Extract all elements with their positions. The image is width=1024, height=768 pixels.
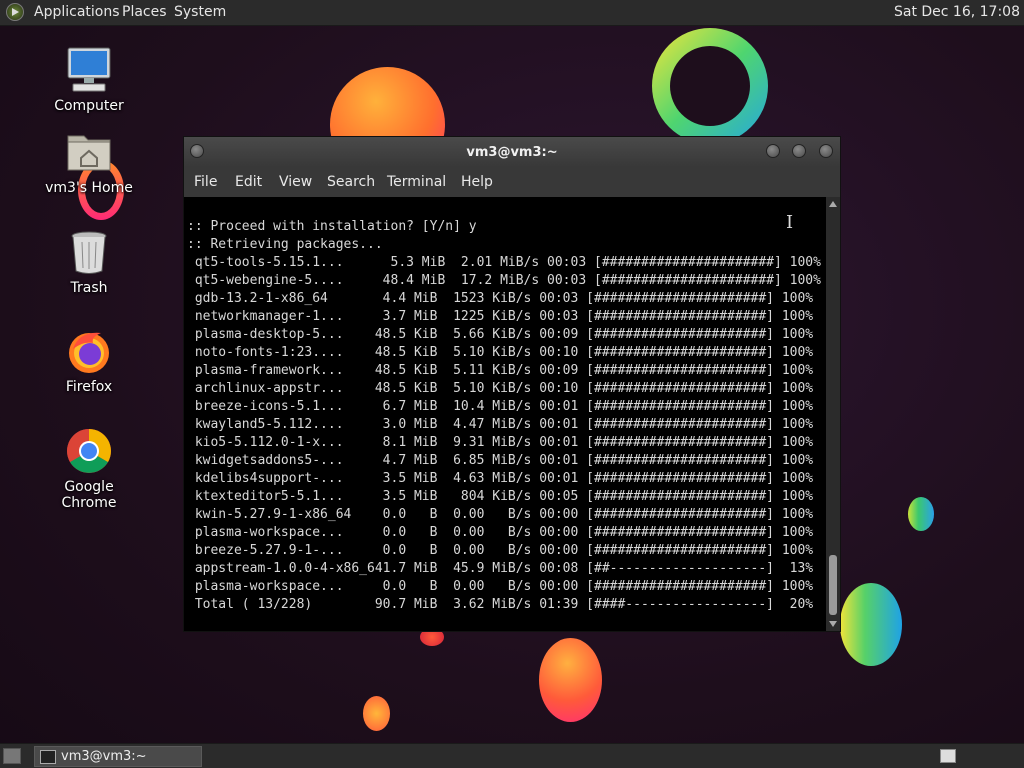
system-menu[interactable]: System: [174, 4, 226, 20]
desktop-icon-home[interactable]: vm3's Home: [39, 128, 139, 196]
scrollbar-thumb[interactable]: [829, 555, 837, 615]
scroll-up-icon[interactable]: [829, 201, 837, 207]
wallpaper-small-blue: [908, 497, 934, 531]
home-folder-icon: [65, 128, 113, 176]
menu-terminal[interactable]: Terminal: [387, 174, 446, 190]
wallpaper-pink-ellipse: [539, 638, 602, 722]
desktop-icon-label: vm3's Home: [45, 180, 133, 196]
menu-help[interactable]: Help: [461, 174, 493, 190]
distro-logo-icon[interactable]: [6, 3, 24, 21]
places-menu[interactable]: Places: [122, 4, 167, 20]
terminal-output-area[interactable]: :: Proceed with installation? [Y/n] y ::…: [184, 197, 826, 631]
desktop-icon-label: Google Chrome: [61, 479, 117, 511]
desktop-icon-label: Trash: [70, 280, 108, 296]
top-panel: Applications Places System Sat Dec 16, 1…: [0, 0, 1024, 26]
desktop-icon-chrome[interactable]: Google Chrome: [39, 427, 139, 511]
wallpaper-small-orange: [363, 696, 390, 731]
computer-icon: [65, 46, 113, 94]
desktop-icon-label: Firefox: [65, 379, 113, 395]
taskbar-terminal-button[interactable]: vm3@vm3:~: [34, 746, 202, 767]
firefox-icon: [65, 327, 113, 375]
desktop-icon-label: Computer: [54, 98, 124, 114]
scroll-down-icon[interactable]: [829, 621, 837, 627]
workspace-switcher[interactable]: [940, 749, 956, 763]
text-cursor-icon: I: [786, 212, 794, 233]
terminal-icon: [40, 750, 56, 764]
maximize-button[interactable]: [792, 144, 806, 158]
menu-search[interactable]: Search: [327, 174, 375, 190]
window-title: vm3@vm3:~: [466, 145, 558, 160]
desktop-icon-trash[interactable]: Trash: [39, 228, 139, 296]
taskbar-label: vm3@vm3:~: [61, 749, 147, 764]
terminal-menu-bar: File Edit View Search Terminal Help: [184, 167, 840, 197]
menu-view[interactable]: View: [279, 174, 312, 190]
chrome-icon: [65, 427, 113, 475]
desktop-icon-firefox[interactable]: Firefox: [39, 327, 139, 395]
desktop-icon-computer[interactable]: Computer: [39, 46, 139, 114]
wallpaper-blue-green-ellipse: [840, 583, 902, 666]
title-bar[interactable]: vm3@vm3:~: [184, 137, 840, 167]
show-desktop-icon[interactable]: [3, 748, 21, 764]
terminal-output: :: Proceed with installation? [Y/n] y ::…: [187, 219, 821, 612]
menu-edit[interactable]: Edit: [235, 174, 262, 190]
bottom-panel: vm3@vm3:~: [0, 743, 1024, 768]
desktop: Applications Places System Sat Dec 16, 1…: [0, 0, 1024, 768]
minimize-button[interactable]: [766, 144, 780, 158]
close-button[interactable]: [819, 144, 833, 158]
menu-file[interactable]: File: [194, 174, 217, 190]
terminal-scrollbar[interactable]: [826, 197, 840, 631]
clock[interactable]: Sat Dec 16, 17:08: [894, 4, 1020, 20]
wallpaper-ring: [652, 28, 768, 144]
applications-menu[interactable]: Applications: [34, 4, 120, 20]
trash-icon: [65, 228, 113, 276]
terminal-window[interactable]: vm3@vm3:~ File Edit View Search Terminal…: [183, 136, 841, 632]
